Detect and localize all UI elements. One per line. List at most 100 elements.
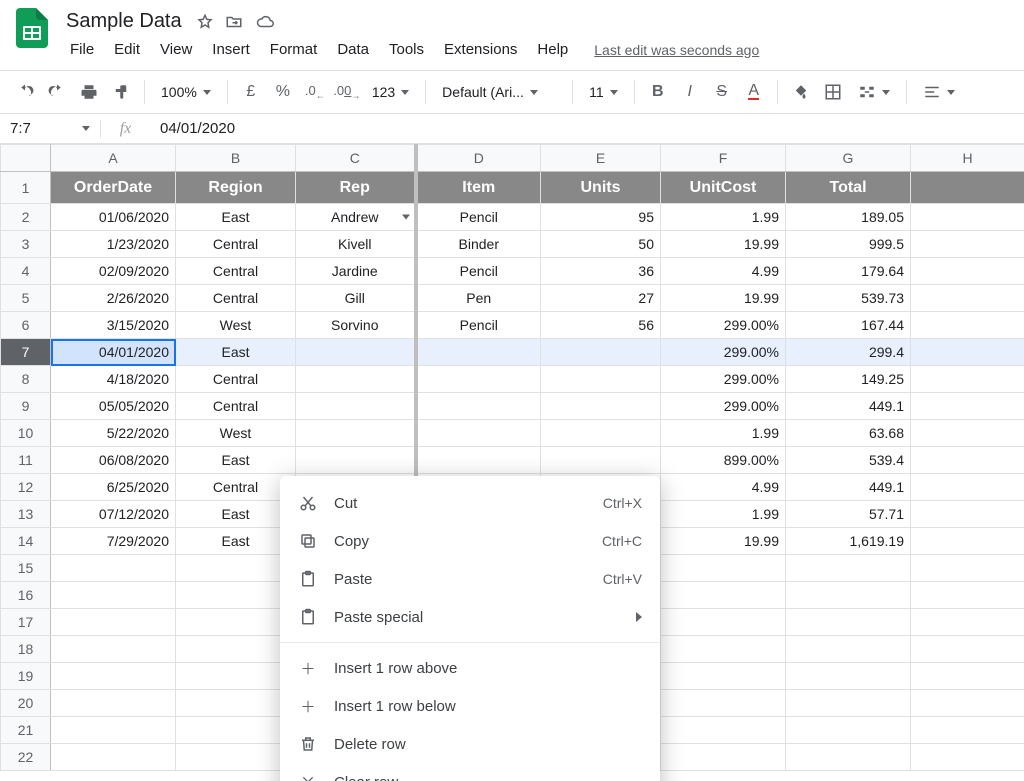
cell[interactable]: 299.4 bbox=[786, 339, 911, 366]
cell[interactable]: 36 bbox=[541, 258, 661, 285]
cell[interactable]: Central bbox=[176, 366, 296, 393]
cell[interactable] bbox=[51, 555, 176, 582]
cell[interactable] bbox=[176, 582, 296, 609]
cell[interactable]: Rep bbox=[296, 172, 416, 204]
cell[interactable]: Region bbox=[176, 172, 296, 204]
cell[interactable]: 299.00% bbox=[661, 366, 786, 393]
merge-cells-dropdown[interactable] bbox=[850, 77, 898, 107]
ctx-delete-row[interactable]: Delete row bbox=[280, 725, 660, 763]
menu-tools[interactable]: Tools bbox=[381, 37, 432, 62]
cell[interactable] bbox=[51, 582, 176, 609]
col-header-A[interactable]: A bbox=[51, 145, 176, 172]
cell[interactable] bbox=[541, 447, 661, 474]
row-header-3[interactable]: 3 bbox=[1, 231, 51, 258]
italic-button[interactable]: I bbox=[675, 77, 705, 107]
cell[interactable] bbox=[661, 582, 786, 609]
cell[interactable]: East bbox=[176, 501, 296, 528]
row-header-5[interactable]: 5 bbox=[1, 285, 51, 312]
row-header-12[interactable]: 12 bbox=[1, 474, 51, 501]
cell[interactable]: 299.00% bbox=[661, 312, 786, 339]
cell[interactable] bbox=[786, 663, 911, 690]
cell[interactable] bbox=[661, 555, 786, 582]
cell[interactable] bbox=[911, 285, 1024, 312]
menu-file[interactable]: File bbox=[62, 37, 102, 62]
cell[interactable]: 449.1 bbox=[786, 393, 911, 420]
cell[interactable]: 4.99 bbox=[661, 474, 786, 501]
cell[interactable]: 19.99 bbox=[661, 231, 786, 258]
cell[interactable]: Units bbox=[541, 172, 661, 204]
col-header-G[interactable]: G bbox=[786, 145, 911, 172]
last-edit-link[interactable]: Last edit was seconds ago bbox=[594, 42, 759, 58]
ctx-insert-below[interactable]: ＋ Insert 1 row below bbox=[280, 687, 660, 725]
row-header-14[interactable]: 14 bbox=[1, 528, 51, 555]
cell[interactable] bbox=[661, 609, 786, 636]
cell[interactable] bbox=[541, 339, 661, 366]
row-header-9[interactable]: 9 bbox=[1, 393, 51, 420]
cell[interactable] bbox=[911, 393, 1024, 420]
row-header-1[interactable]: 1 bbox=[1, 172, 51, 204]
cell[interactable] bbox=[296, 366, 416, 393]
cell[interactable]: East bbox=[176, 447, 296, 474]
row-header-19[interactable]: 19 bbox=[1, 663, 51, 690]
cell[interactable] bbox=[786, 582, 911, 609]
fill-color-button[interactable] bbox=[786, 77, 816, 107]
cell[interactable] bbox=[541, 420, 661, 447]
cell[interactable]: 179.64 bbox=[786, 258, 911, 285]
cell[interactable] bbox=[296, 339, 416, 366]
zoom-dropdown[interactable]: 100% bbox=[153, 77, 219, 107]
cell[interactable]: 95 bbox=[541, 204, 661, 231]
undo-button[interactable] bbox=[10, 77, 40, 107]
col-header-E[interactable]: E bbox=[541, 145, 661, 172]
cell[interactable] bbox=[296, 447, 416, 474]
cell[interactable]: 1.99 bbox=[661, 420, 786, 447]
cell[interactable] bbox=[176, 636, 296, 663]
cell[interactable]: 05/05/2020 bbox=[51, 393, 176, 420]
row-header-18[interactable]: 18 bbox=[1, 636, 51, 663]
cell[interactable]: West bbox=[176, 420, 296, 447]
cell[interactable] bbox=[911, 582, 1024, 609]
cell[interactable]: 1.99 bbox=[661, 501, 786, 528]
cell[interactable] bbox=[661, 690, 786, 717]
ctx-copy[interactable]: Copy Ctrl+C bbox=[280, 522, 660, 560]
cell[interactable]: 56 bbox=[541, 312, 661, 339]
number-format-dropdown[interactable]: 123 bbox=[364, 77, 417, 107]
cell[interactable]: 6/25/2020 bbox=[51, 474, 176, 501]
cell[interactable]: 06/08/2020 bbox=[51, 447, 176, 474]
cell[interactable]: 299.00% bbox=[661, 339, 786, 366]
cell[interactable]: 539.4 bbox=[786, 447, 911, 474]
cell[interactable] bbox=[911, 447, 1024, 474]
row-header-17[interactable]: 17 bbox=[1, 609, 51, 636]
select-all-corner[interactable] bbox=[1, 145, 51, 172]
row-header-15[interactable]: 15 bbox=[1, 555, 51, 582]
cell[interactable] bbox=[786, 744, 911, 771]
ctx-cut[interactable]: Cut Ctrl+X bbox=[280, 484, 660, 522]
cell[interactable] bbox=[786, 717, 911, 744]
cell[interactable] bbox=[176, 717, 296, 744]
cell[interactable]: Gill bbox=[296, 285, 416, 312]
col-header-C[interactable]: C bbox=[296, 145, 416, 172]
cell[interactable] bbox=[786, 555, 911, 582]
cell[interactable]: 899.00% bbox=[661, 447, 786, 474]
cell[interactable] bbox=[661, 744, 786, 771]
cell[interactable]: 27 bbox=[541, 285, 661, 312]
cell[interactable] bbox=[911, 744, 1024, 771]
cell[interactable]: 4/18/2020 bbox=[51, 366, 176, 393]
cell[interactable]: 19.99 bbox=[661, 528, 786, 555]
horizontal-align-dropdown[interactable] bbox=[915, 77, 963, 107]
cell[interactable]: 1,619.19 bbox=[786, 528, 911, 555]
cell[interactable]: Pencil bbox=[416, 258, 541, 285]
cell[interactable]: UnitCost bbox=[661, 172, 786, 204]
cell[interactable] bbox=[911, 420, 1024, 447]
cell-dropdown-icon[interactable] bbox=[402, 215, 410, 220]
cell[interactable] bbox=[661, 636, 786, 663]
row-header-6[interactable]: 6 bbox=[1, 312, 51, 339]
cell[interactable] bbox=[786, 690, 911, 717]
cell[interactable] bbox=[786, 609, 911, 636]
row-header-7[interactable]: 7 bbox=[1, 339, 51, 366]
cell[interactable] bbox=[661, 663, 786, 690]
cell[interactable] bbox=[911, 663, 1024, 690]
cell[interactable] bbox=[911, 172, 1024, 204]
cell[interactable]: 57.71 bbox=[786, 501, 911, 528]
font-size-dropdown[interactable]: 11 bbox=[581, 77, 626, 107]
cell[interactable]: Kivell bbox=[296, 231, 416, 258]
